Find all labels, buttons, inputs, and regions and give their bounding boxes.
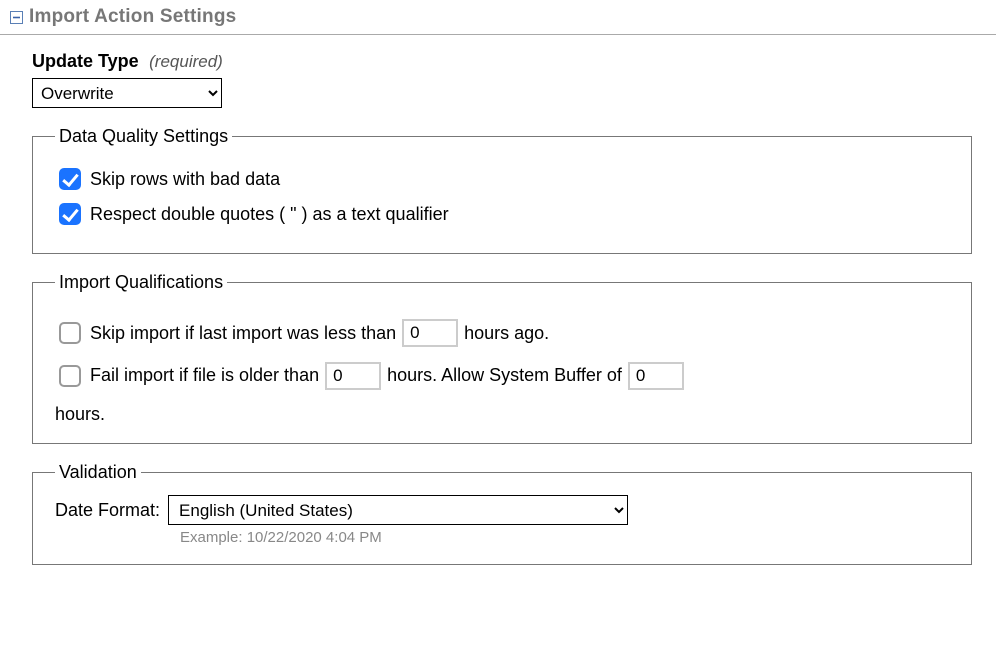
validation-fieldset: Validation Date Format: English (United … — [32, 462, 972, 565]
skip-bad-rows-checkbox[interactable] — [59, 168, 81, 190]
respect-quotes-label: Respect double quotes ( " ) as a text qu… — [90, 200, 449, 229]
respect-quotes-row: Respect double quotes ( " ) as a text qu… — [55, 200, 953, 229]
fail-if-old-mid: hours. Allow System Buffer of — [387, 361, 622, 390]
date-format-label: Date Format: — [55, 500, 160, 521]
import-qualifications-fieldset: Import Qualifications Skip import if las… — [32, 272, 972, 445]
skip-if-recent-pre: Skip import if last import was less than — [90, 319, 396, 348]
skip-bad-rows-label: Skip rows with bad data — [90, 165, 280, 194]
collapse-icon[interactable] — [10, 11, 23, 24]
import-qualifications-legend: Import Qualifications — [55, 272, 227, 293]
fail-if-old-post: hours. — [55, 404, 953, 425]
update-type-select[interactable]: Overwrite — [32, 78, 222, 108]
section-title: Import Action Settings — [29, 6, 236, 28]
system-buffer-hours-input[interactable] — [628, 362, 684, 390]
data-quality-legend: Data Quality Settings — [55, 126, 232, 147]
fail-if-old-hours-input[interactable] — [325, 362, 381, 390]
data-quality-fieldset: Data Quality Settings Skip rows with bad… — [32, 126, 972, 254]
skip-if-recent-row: Skip import if last import was less than… — [55, 319, 953, 348]
date-format-example: Example: 10/22/2020 4:04 PM — [180, 529, 953, 546]
respect-quotes-checkbox[interactable] — [59, 203, 81, 225]
update-type-field: Update Type (required) — [32, 51, 972, 72]
date-format-row: Date Format: English (United States) — [55, 495, 953, 525]
update-type-hint: (required) — [149, 52, 223, 71]
section-header: Import Action Settings — [0, 0, 996, 35]
skip-if-recent-post: hours ago. — [464, 319, 549, 348]
fail-if-old-pre: Fail import if file is older than — [90, 361, 319, 390]
skip-if-recent-checkbox[interactable] — [59, 322, 81, 344]
skip-if-recent-hours-input[interactable] — [402, 319, 458, 347]
update-type-label: Update Type — [32, 51, 139, 71]
fail-if-old-checkbox[interactable] — [59, 365, 81, 387]
skip-bad-rows-row: Skip rows with bad data — [55, 165, 953, 194]
date-format-select[interactable]: English (United States) — [168, 495, 628, 525]
settings-content: Update Type (required) Overwrite Data Qu… — [0, 35, 996, 589]
fail-if-old-row: Fail import if file is older than hours.… — [55, 361, 953, 390]
validation-legend: Validation — [55, 462, 141, 483]
